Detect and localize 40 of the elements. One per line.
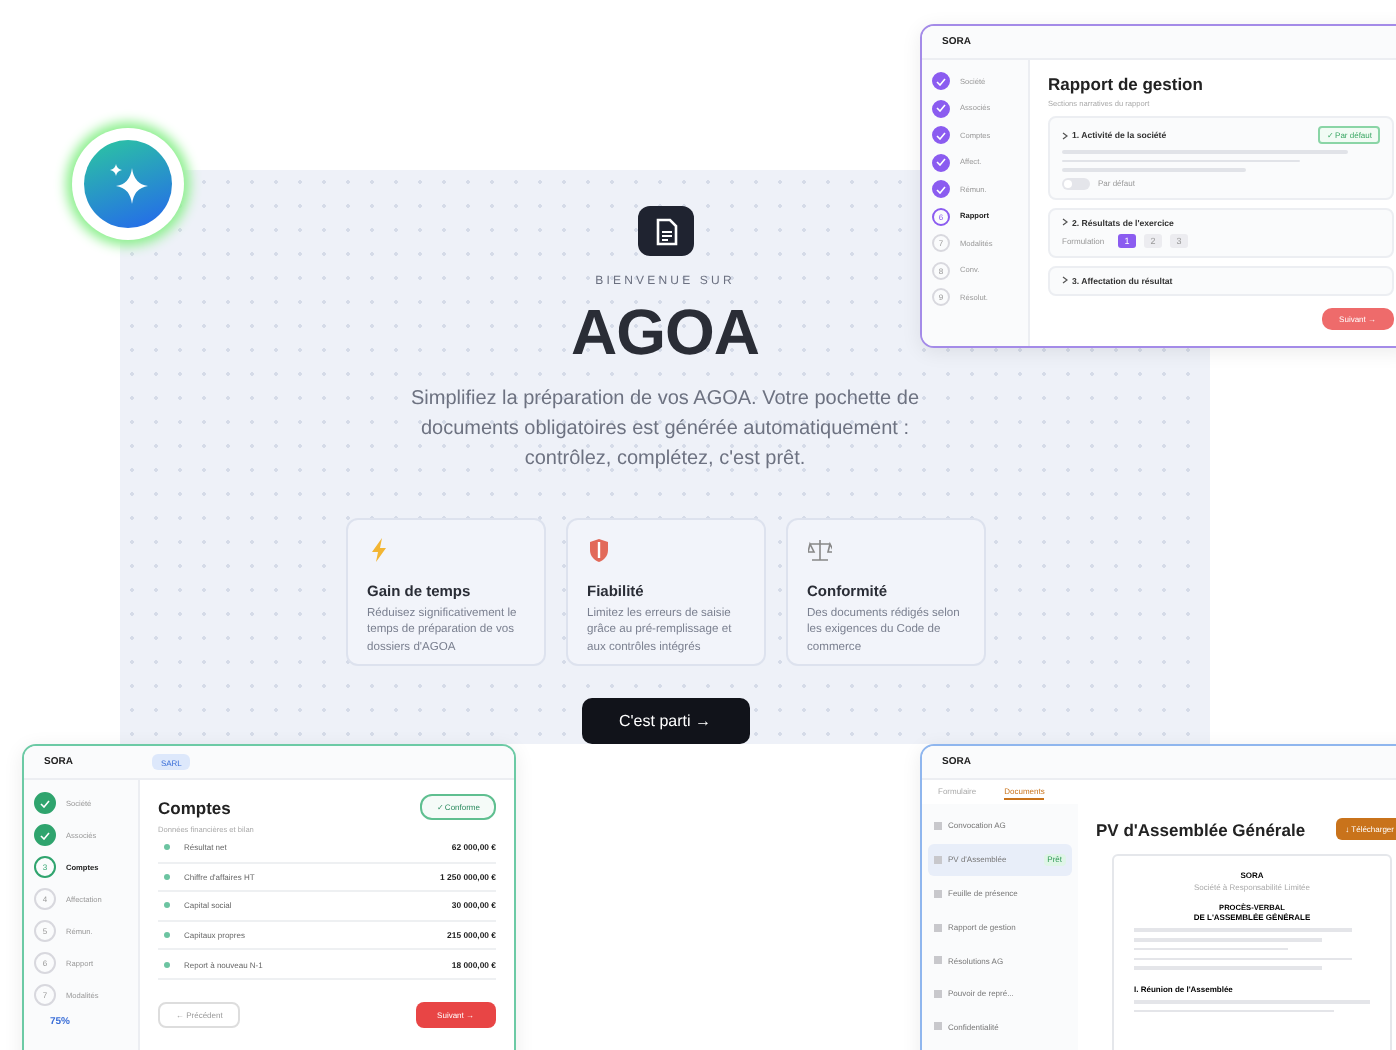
document-icon <box>934 889 942 898</box>
step-indicator[interactable] <box>932 180 950 198</box>
bullet-dot <box>164 844 170 851</box>
check-icon <box>936 104 946 112</box>
section-title: Comptes <box>158 797 231 817</box>
hero-title: AGOA <box>571 296 759 371</box>
bullet-dot <box>164 961 170 968</box>
step-indicator[interactable] <box>932 153 950 171</box>
lightning-icon <box>367 538 391 563</box>
step-indicator[interactable] <box>932 126 950 144</box>
bullet-dot <box>164 932 170 939</box>
step-indicator[interactable] <box>932 99 950 117</box>
chevron-icon <box>1062 131 1068 139</box>
document-icon <box>934 989 942 998</box>
chevron-icon <box>1062 276 1068 285</box>
chevron-icon <box>1062 218 1068 227</box>
document-icon <box>653 217 677 246</box>
step-indicator[interactable] <box>34 824 56 846</box>
toggle-switch[interactable] <box>1062 177 1090 190</box>
document-title: PV d'Assemblée Générale <box>1096 819 1306 839</box>
bullet-dot <box>164 873 170 880</box>
document-icon <box>934 956 942 965</box>
check-icon <box>40 799 50 807</box>
bullet-dot <box>164 902 170 909</box>
check-icon <box>936 185 946 193</box>
check-icon <box>936 77 946 85</box>
shield-icon <box>587 538 611 563</box>
step-indicator[interactable] <box>34 792 56 814</box>
document-icon <box>934 1022 942 1031</box>
document-icon <box>934 821 942 830</box>
check-icon <box>936 158 946 166</box>
check-icon <box>40 831 50 839</box>
check-icon <box>936 131 946 139</box>
section-title: Rapport de gestion <box>1048 74 1205 94</box>
document-icon <box>934 855 942 864</box>
step-indicator[interactable] <box>932 72 950 90</box>
start-button[interactable]: C'est parti → <box>581 698 749 744</box>
scale-icon <box>807 538 831 563</box>
hero-description: Simplifiez la préparation de vos AGOA. Votre pochette de documents obligatoires est générée automatiquement : contrôlez, complétez, c'est prêt. <box>408 386 922 475</box>
document-icon <box>934 923 942 932</box>
